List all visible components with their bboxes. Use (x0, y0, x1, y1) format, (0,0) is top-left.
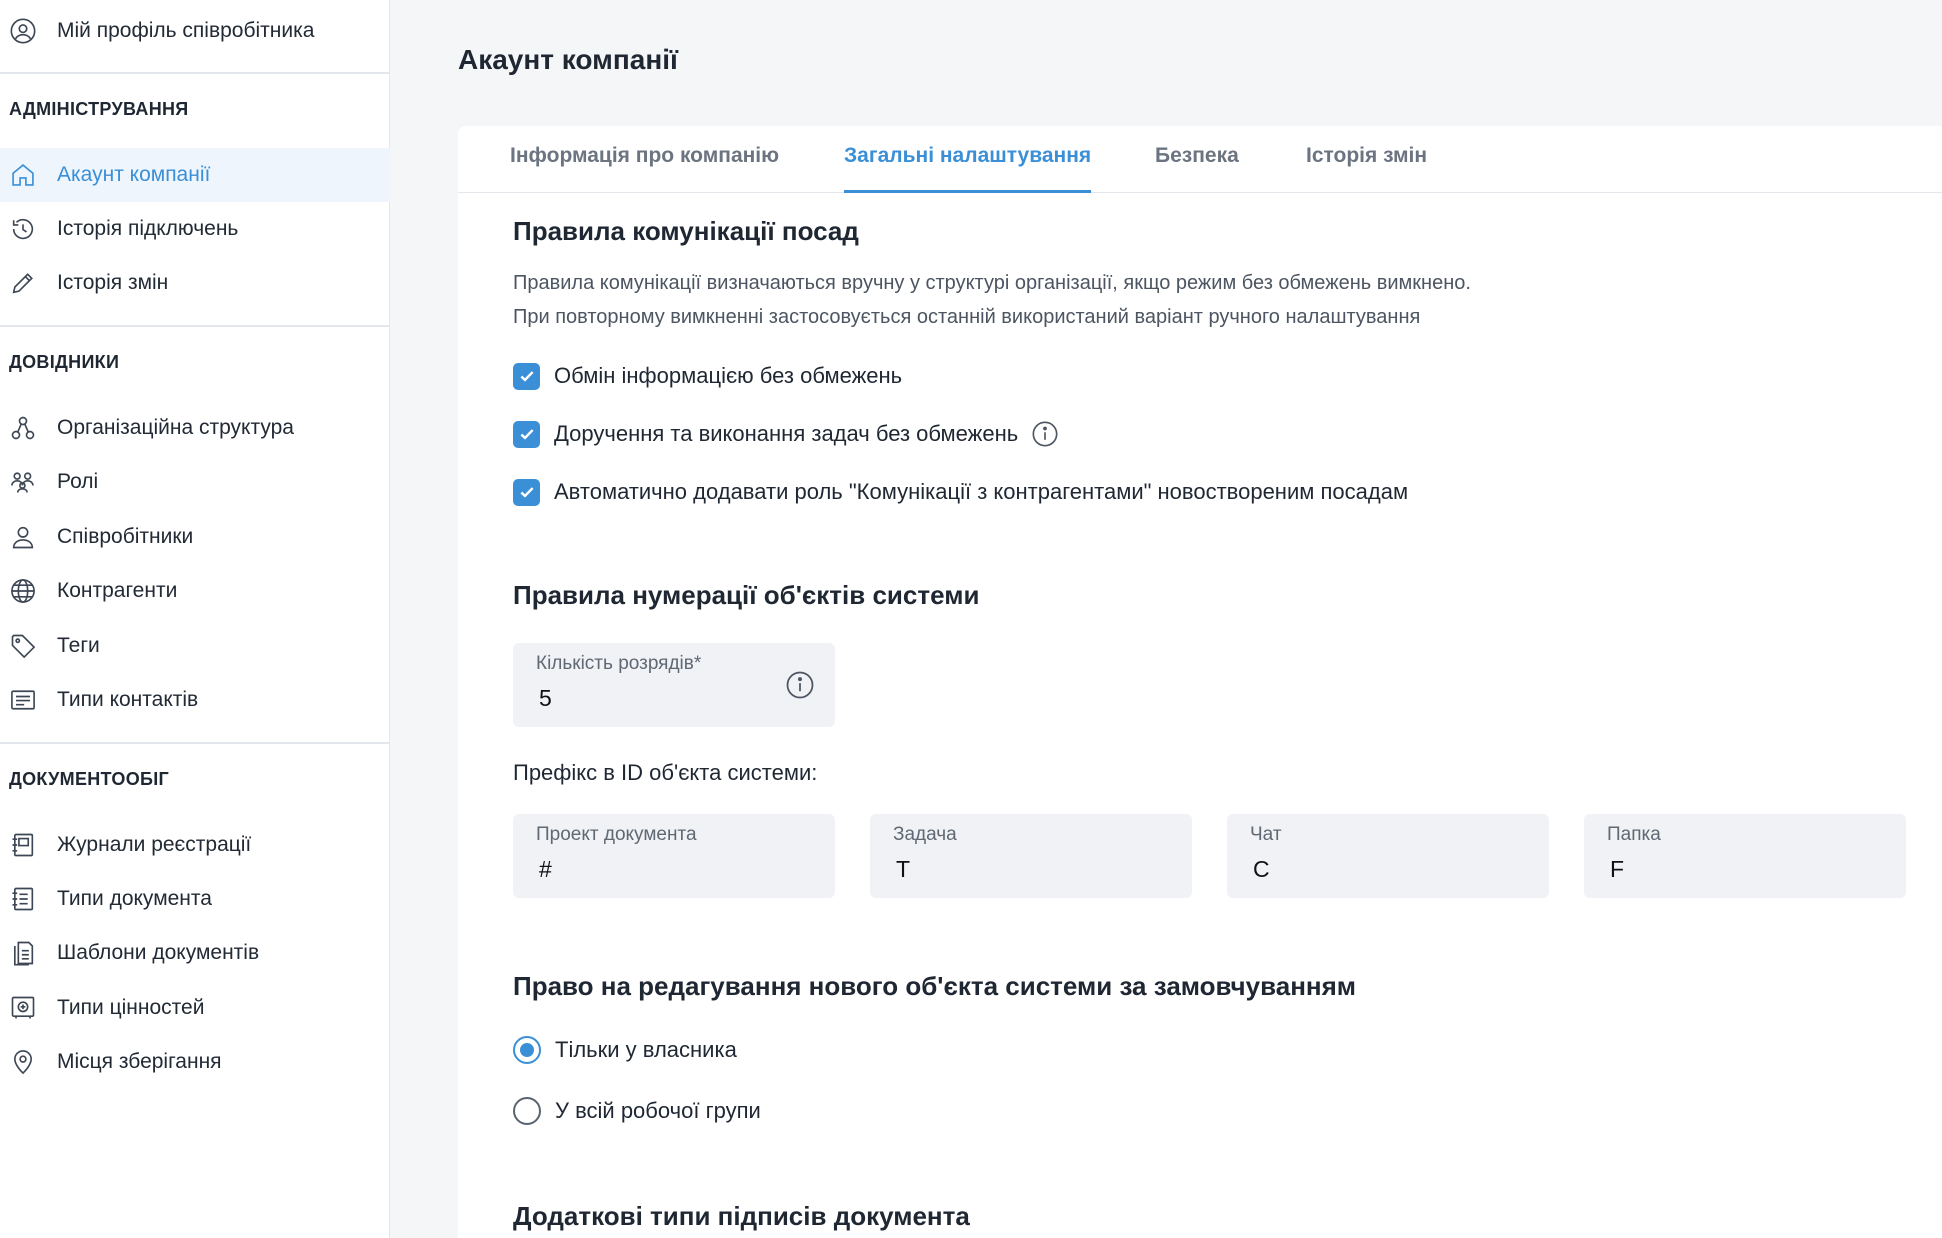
sidebar-item-label: Організаційна структура (57, 416, 294, 439)
pencil-icon (8, 268, 38, 298)
radio-label: Тільки у власника (555, 1037, 737, 1062)
templates-icon (8, 938, 38, 968)
checkbox-checked-icon[interactable] (513, 420, 540, 448)
sidebar-item-document-templates[interactable]: Шаблони документів (0, 926, 390, 980)
sidebar-heading-directories: ДОВІДНИКИ (9, 352, 120, 372)
field-label: Чат (1250, 824, 1282, 845)
radio-selected-icon[interactable] (513, 1036, 541, 1064)
section-title-communication: Правила комунікації посад (513, 216, 859, 246)
sidebar-item-label: Журнали реєстрації (57, 833, 252, 856)
checkbox-auto-add-counterparty-role[interactable]: Автоматично додавати роль "Комунікації з… (513, 477, 1408, 507)
sidebar-item-org-structure[interactable]: Організаційна структура (0, 401, 390, 455)
checkbox-unlimited-info-exchange[interactable]: Обмін інформацією без обмежень (513, 361, 902, 391)
checkbox-checked-icon[interactable] (513, 478, 540, 506)
info-icon[interactable] (1031, 420, 1059, 448)
page-title: Акаунт компанії (458, 44, 678, 75)
section-title-signatures: Додаткові типи підписів документа (513, 1201, 970, 1231)
sidebar-item-label: Типи цінностей (57, 996, 205, 1019)
globe-icon (8, 576, 38, 606)
sidebar-item-label: Типи документа (57, 887, 212, 910)
field-label: Задача (893, 824, 957, 845)
sidebar-item-company-account[interactable]: Акаунт компанії (0, 148, 390, 202)
field-label: Проект документа (536, 824, 697, 845)
checkbox-label: Обмін інформацією без обмежень (554, 363, 903, 388)
user-circle-icon (8, 16, 38, 46)
checkbox-label: Автоматично додавати роль "Комунікації з… (554, 479, 1409, 504)
communication-description: Правила комунікації визначаються вручну … (513, 272, 1471, 294)
sidebar-item-counterparties[interactable]: Контрагенти (0, 564, 390, 618)
sidebar-item-storage-locations[interactable]: Місця зберігання (0, 1035, 390, 1089)
history-icon (8, 214, 38, 244)
sidebar-item-label: Акаунт компанії (57, 163, 211, 186)
home-icon (8, 160, 38, 190)
section-title-edit-rights: Право на редагування нового об'єкта сист… (513, 971, 1357, 1001)
sidebar-divider (0, 325, 390, 327)
sidebar-item-registration-journals[interactable]: Журнали реєстрації (0, 818, 390, 872)
tab-bar: Інформація про компанію Загальні налашту… (458, 126, 1942, 193)
sidebar-item-label: Мій профіль співробітника (57, 19, 315, 42)
journal-icon (8, 830, 38, 860)
radio-label: У всій робочої групи (555, 1098, 761, 1123)
org-structure-icon (8, 413, 38, 443)
sidebar-heading-document-flow: ДОКУМЕНТООБІГ (9, 769, 170, 789)
settings-card: Інформація про компанію Загальні налашту… (458, 126, 1942, 1238)
radio-whole-workgroup[interactable]: У всій робочої групи (513, 1096, 761, 1126)
field-value[interactable]: F (1610, 856, 1624, 883)
checkbox-label: Доручення та виконання задач без обмежен… (554, 421, 1019, 446)
sidebar-item-employees[interactable]: Співробітники (0, 510, 390, 564)
sidebar-item-roles[interactable]: Ролі (0, 455, 390, 509)
sidebar-item-contact-types[interactable]: Типи контактів (0, 673, 390, 727)
field-value[interactable]: T (896, 856, 910, 883)
sidebar-item-value-types[interactable]: Типи цінностей (0, 981, 390, 1035)
contact-card-icon (8, 685, 38, 715)
radio-owner-only[interactable]: Тільки у власника (513, 1035, 737, 1065)
prefix-field-document-draft[interactable]: Проект документа # (513, 814, 835, 898)
tag-icon (8, 631, 38, 661)
sidebar-item-my-profile[interactable]: Мій профіль співробітника (0, 4, 390, 58)
prefix-field-folder[interactable]: Папка F (1584, 814, 1906, 898)
sidebar-divider (0, 742, 390, 744)
roles-icon (8, 467, 38, 497)
sidebar-item-label: Історія змін (57, 271, 169, 294)
sidebar-item-label: Типи контактів (57, 688, 199, 711)
field-value[interactable]: 5 (539, 685, 552, 712)
field-label: Кількість розрядів* (536, 653, 702, 674)
location-pin-icon (8, 1047, 38, 1077)
sidebar-item-document-types[interactable]: Типи документа (0, 872, 390, 926)
tab-company-info[interactable]: Інформація про компанію (510, 144, 779, 193)
user-icon (8, 522, 38, 552)
communication-description: При повторному вимкненні застосовується … (513, 306, 1421, 328)
sidebar-item-label: Співробітники (57, 525, 194, 548)
sidebar-item-label: Місця зберігання (57, 1050, 222, 1073)
field-value[interactable]: # (539, 856, 552, 883)
prefix-label: Префікс в ID об'єкта системи: (513, 760, 818, 785)
info-icon[interactable] (785, 670, 815, 700)
sidebar-item-change-history[interactable]: Історія змін (0, 256, 390, 310)
tab-change-history[interactable]: Історія змін (1306, 144, 1427, 193)
field-value[interactable]: C (1253, 856, 1270, 883)
checkbox-checked-icon[interactable] (513, 362, 540, 390)
sidebar-item-label: Шаблони документів (57, 941, 260, 964)
prefix-field-chat[interactable]: Чат C (1227, 814, 1549, 898)
sidebar-heading-admin: АДМІНІСТРУВАННЯ (9, 99, 189, 119)
sidebar-divider (0, 72, 390, 74)
radio-unselected-icon[interactable] (513, 1097, 541, 1125)
sidebar-item-label: Контрагенти (57, 579, 178, 602)
document-icon (8, 884, 38, 914)
prefix-field-task[interactable]: Задача T (870, 814, 1192, 898)
sidebar-item-label: Теги (57, 634, 100, 657)
digits-count-field[interactable]: Кількість розрядів* 5 (513, 643, 835, 727)
tab-security[interactable]: Безпека (1155, 144, 1239, 193)
sidebar-item-connection-history[interactable]: Історія підключень (0, 202, 390, 256)
safe-icon (8, 993, 38, 1023)
tab-general-settings[interactable]: Загальні налаштування (844, 144, 1092, 193)
field-label: Папка (1607, 824, 1661, 845)
section-title-numbering: Правила нумерації об'єктів системи (513, 580, 980, 610)
sidebar-item-tags[interactable]: Теги (0, 619, 390, 673)
sidebar-item-label: Історія підключень (57, 217, 239, 240)
sidebar: Мій профіль співробітника АДМІНІСТРУВАНН… (0, 0, 390, 1238)
checkbox-unlimited-task-assignment[interactable]: Доручення та виконання задач без обмежен… (513, 419, 1059, 449)
sidebar-item-label: Ролі (57, 470, 99, 493)
